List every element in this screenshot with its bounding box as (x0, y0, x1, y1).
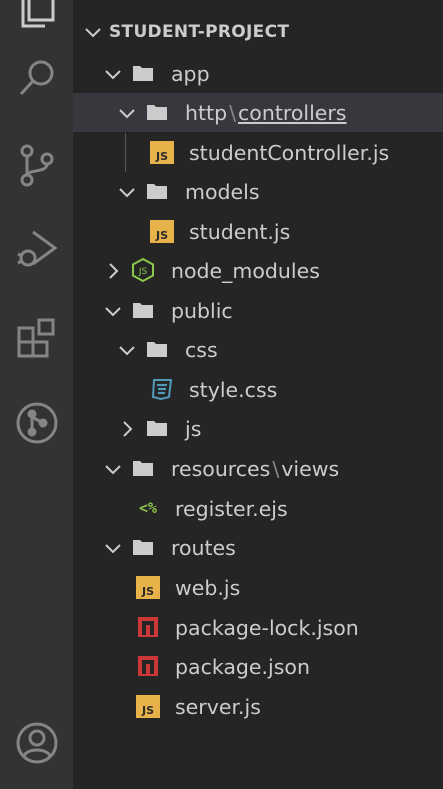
chevron-right-icon[interactable] (103, 261, 123, 281)
folder-name: http (185, 100, 228, 125)
search-icon[interactable] (0, 48, 73, 108)
folder-name: js (185, 416, 202, 441)
tree-file[interactable]: package.json (73, 647, 443, 686)
tree-folder[interactable]: app (73, 54, 443, 93)
javascript-file-icon: JS (135, 694, 161, 718)
chevron-down-icon[interactable] (103, 64, 123, 84)
tree-folder[interactable]: models (73, 172, 443, 211)
workspace-section-header[interactable]: STUDENT-PROJECT (73, 12, 443, 52)
chevron-down-icon (85, 28, 101, 38)
explorer-panel: STUDENT-PROJECT app http\controllers JS stu… (73, 0, 443, 789)
tree-item-label: app (171, 62, 210, 86)
tree-item-label: node_modules (171, 259, 320, 283)
chevron-down-icon[interactable] (103, 301, 123, 321)
tree-file[interactable]: style.css (73, 370, 443, 409)
npm-package-icon (135, 654, 161, 678)
folder-icon (131, 61, 155, 85)
folder-icon (145, 416, 169, 440)
folder-icon (131, 535, 155, 559)
subfolder-name: views (281, 456, 340, 481)
folder-name: resources (171, 456, 271, 481)
npm-package-icon (135, 615, 161, 639)
file-name: web.js (175, 575, 241, 600)
chevron-down-icon[interactable] (117, 340, 137, 360)
folder-icon (145, 100, 169, 124)
subfolder-name: controllers (238, 100, 347, 125)
file-name: package-lock.json (175, 615, 359, 640)
folder-name: public (171, 298, 233, 323)
javascript-file-icon: JS (149, 140, 175, 164)
tree-item-label: css (185, 338, 218, 362)
js-badge: JS (150, 219, 174, 243)
tree-file[interactable]: JS web.js (73, 568, 443, 607)
chevron-down-icon[interactable] (117, 182, 137, 202)
activity-bar (0, 0, 73, 789)
extensions-icon[interactable] (0, 308, 73, 368)
tree-item-label: routes (171, 536, 236, 560)
indent-guide (125, 133, 126, 172)
js-badge: JS (136, 694, 160, 718)
workspace-title: STUDENT-PROJECT (109, 22, 290, 42)
tree-file[interactable]: JS server.js (73, 687, 443, 726)
chevron-down-icon[interactable] (117, 103, 137, 123)
tree-file[interactable]: package-lock.json (73, 608, 443, 647)
tree-folder[interactable]: css (73, 330, 443, 369)
js-badge: JS (136, 575, 160, 599)
tree-folder[interactable]: JS node_modules (73, 251, 443, 290)
nodejs-icon: JS (131, 258, 155, 282)
folder-icon (145, 337, 169, 361)
file-name: student.js (189, 219, 291, 244)
git-graph-icon[interactable] (0, 393, 73, 453)
run-debug-icon[interactable] (0, 218, 73, 278)
chevron-down-icon[interactable] (103, 459, 123, 479)
tree-folder[interactable]: js (73, 409, 443, 448)
folder-icon (131, 298, 155, 322)
source-control-icon[interactable] (0, 135, 73, 195)
file-name: package.json (175, 654, 310, 679)
tree-item-label: resources\views (171, 457, 339, 481)
path-separator: \ (272, 456, 280, 481)
tree-folder[interactable]: public (73, 291, 443, 330)
folder-name: routes (171, 535, 236, 560)
tree-item-label: models (185, 180, 260, 204)
chevron-right-icon[interactable] (117, 419, 137, 439)
tree-folder[interactable]: resources\views (73, 449, 443, 488)
folder-name: node_modules (171, 258, 320, 283)
tree-file[interactable]: JS student.js (73, 212, 443, 251)
javascript-file-icon: JS (149, 219, 175, 243)
file-name: server.js (175, 694, 261, 719)
javascript-file-icon: JS (135, 575, 161, 599)
tree-file[interactable]: JS studentController.js (73, 133, 443, 172)
folder-icon (145, 179, 169, 203)
js-badge: JS (150, 140, 174, 164)
tree-item-label: http\controllers (185, 101, 347, 125)
accounts-icon[interactable] (0, 713, 73, 773)
tree-folder[interactable]: http\controllers (73, 93, 443, 132)
file-name: studentController.js (189, 140, 390, 165)
chevron-down-icon[interactable] (103, 538, 123, 558)
folder-name: app (171, 61, 210, 86)
folder-icon (131, 456, 155, 480)
ejs-glyph: <% (138, 499, 158, 517)
path-separator: \ (229, 100, 237, 125)
ejs-file-icon: <% (135, 496, 161, 520)
tree-item-label: public (171, 299, 233, 323)
folder-name: models (185, 179, 260, 204)
explorer-icon[interactable] (0, 0, 73, 38)
tree-folder[interactable]: routes (73, 528, 443, 567)
file-name: register.ejs (175, 496, 288, 521)
file-name: style.css (189, 377, 278, 402)
tree-item-label: js (185, 417, 201, 441)
folder-name: css (185, 337, 218, 362)
svg-text:JS: JS (138, 267, 148, 277)
css-file-icon (149, 377, 175, 401)
tree-file[interactable]: <% register.ejs (73, 489, 443, 528)
